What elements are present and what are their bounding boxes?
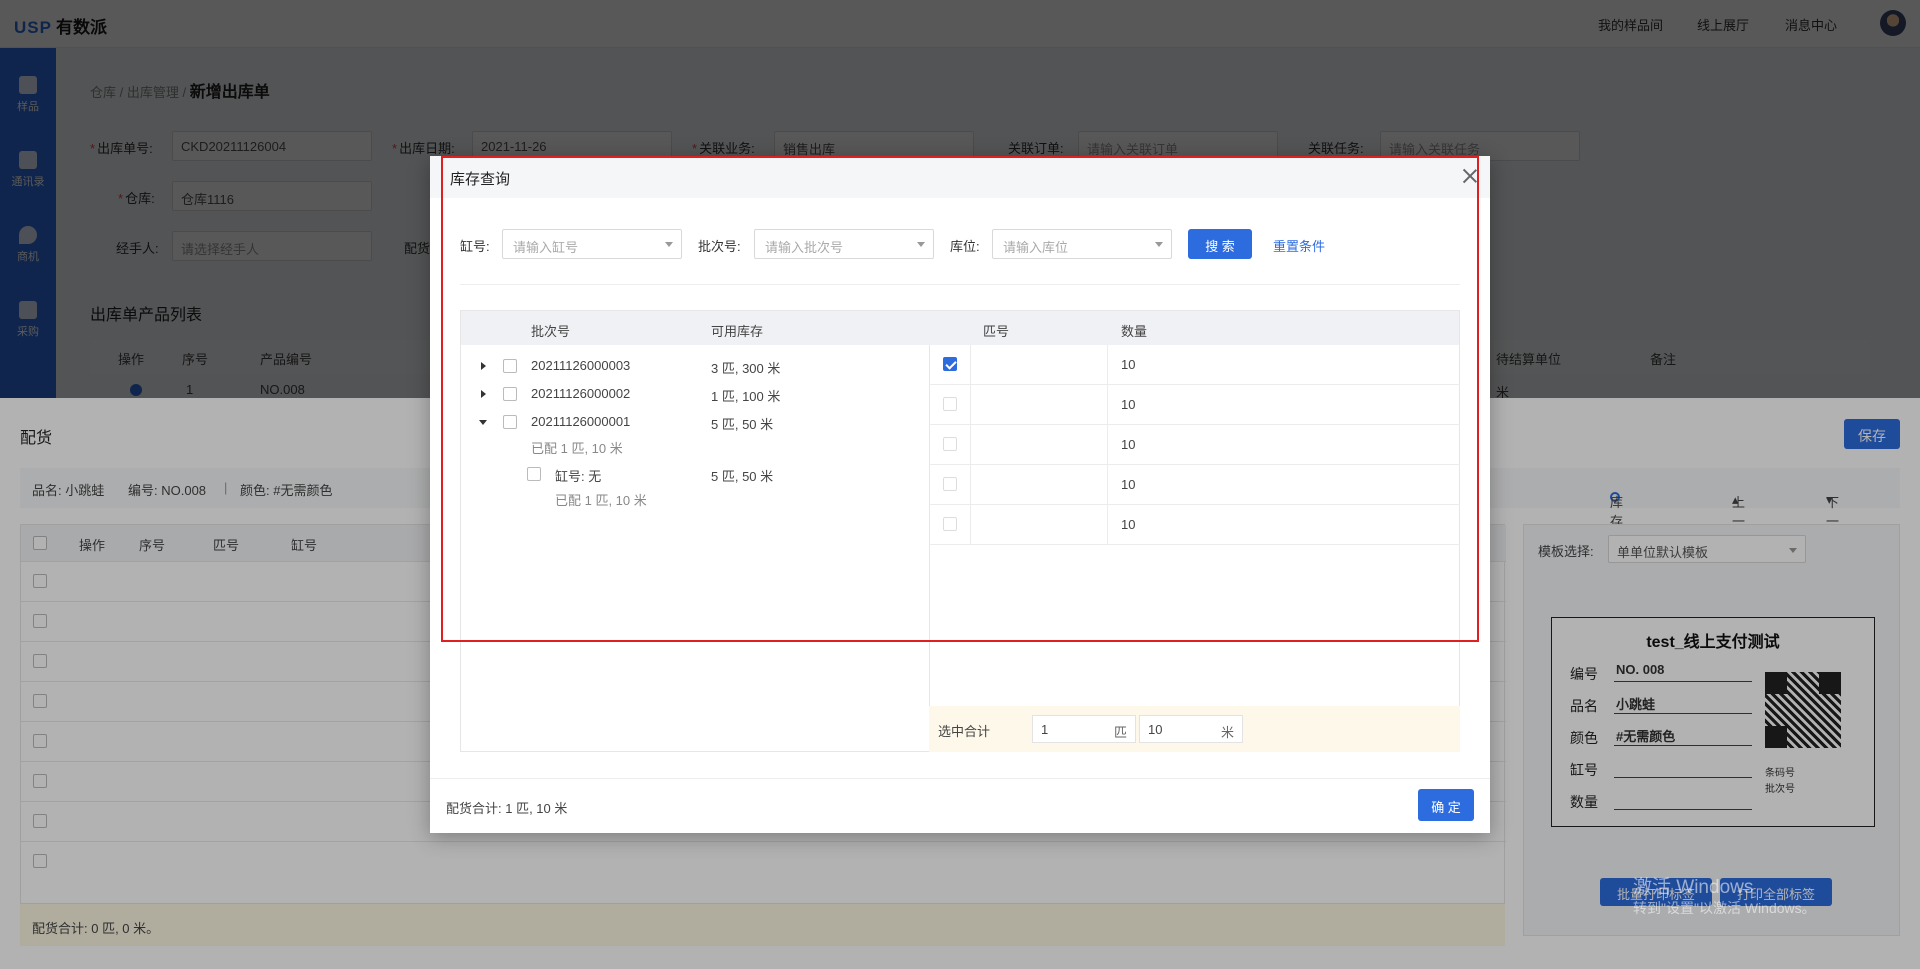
- divider: [460, 284, 1460, 285]
- expand-arrow-icon[interactable]: [481, 362, 486, 370]
- table-row: 10: [929, 345, 1460, 385]
- piece-table-header: 匹号 数量: [929, 311, 1459, 345]
- vat-checkbox[interactable]: [527, 467, 541, 481]
- modal-title: 库存查询: [450, 171, 511, 188]
- modal-footer: 配货合计: 1 匹, 10 米 确 定: [430, 778, 1490, 833]
- table-row: 10: [929, 425, 1460, 465]
- batch-input[interactable]: 请输入批次号: [754, 229, 934, 259]
- row-checkbox[interactable]: [943, 397, 957, 411]
- confirm-button[interactable]: 确 定: [1418, 789, 1474, 821]
- batch-tree-panel: 批次号 可用库存 20211126000003 3 匹, 300 米 20211…: [460, 310, 930, 752]
- piece-cell: [971, 465, 1108, 505]
- collapse-arrow-icon[interactable]: [479, 420, 487, 425]
- modal-footer-total: 配货合计: 1 匹, 10 米: [446, 801, 568, 816]
- row-checkbox[interactable]: [943, 477, 957, 491]
- qty-cell: 10: [1121, 437, 1136, 452]
- reset-filters-link[interactable]: 重置条件: [1273, 236, 1325, 255]
- selected-summary: 选中合计 1匹 10 米: [929, 706, 1460, 752]
- table-row: 10: [929, 465, 1460, 505]
- tree-node-batch: 20211126000001 5 匹, 50 米 已配 1 匹, 10 米: [461, 411, 931, 459]
- qty-cell: 10: [1121, 517, 1136, 532]
- windows-watermark-subtitle: 转到"设置"以激活 Windows。: [1633, 900, 1816, 916]
- piece-cell: [971, 505, 1108, 545]
- piece-cell: [971, 345, 1108, 385]
- batch-checkbox[interactable]: [503, 387, 517, 401]
- vat-input[interactable]: 请输入缸号: [502, 229, 682, 259]
- qty-cell: 10: [1121, 357, 1136, 372]
- stock-query-modal: 库存查询 缸号: 请输入缸号 批次号: 请输入批次号 库位: 请输入库位 搜 索…: [430, 156, 1490, 833]
- search-button[interactable]: 搜 索: [1188, 229, 1252, 259]
- selected-meters-field[interactable]: 10 米: [1139, 715, 1243, 743]
- close-icon[interactable]: [1460, 166, 1480, 186]
- piece-table: 匹号 数量 10 10 10 10 10 选中合计 1 匹 10 米: [929, 310, 1460, 752]
- batch-checkbox[interactable]: [503, 359, 517, 373]
- selected-summary-label: 选中合计: [938, 724, 991, 739]
- batch-label: 批次号:: [698, 239, 741, 254]
- selected-pieces-field[interactable]: 1匹: [1032, 715, 1136, 743]
- location-input[interactable]: 请输入库位: [992, 229, 1172, 259]
- tree-node-batch: 20211126000002 1 匹, 100 米: [461, 383, 931, 405]
- row-checkbox[interactable]: [943, 517, 957, 531]
- expand-arrow-icon[interactable]: [481, 390, 486, 398]
- qty-cell: 10: [1121, 477, 1136, 492]
- piece-cell: [971, 385, 1108, 425]
- windows-watermark-title: 激活 Windows: [1633, 877, 1754, 898]
- tree-node-batch: 20211126000003 3 匹, 300 米: [461, 355, 931, 377]
- chevron-down-icon: [665, 242, 673, 247]
- chevron-down-icon: [917, 242, 925, 247]
- vat-label: 缸号:: [460, 239, 490, 254]
- table-row: 10: [929, 385, 1460, 425]
- batch-tree-header: 批次号 可用库存: [461, 311, 929, 345]
- row-checkbox[interactable]: [943, 437, 957, 451]
- tree-node-vat: 缸号: 无 5 匹, 50 米 已配 1 匹, 10 米: [461, 463, 931, 511]
- location-label: 库位:: [950, 239, 980, 254]
- chevron-down-icon: [1155, 242, 1163, 247]
- batch-checkbox[interactable]: [503, 415, 517, 429]
- table-row: 10: [929, 505, 1460, 545]
- modal-header: 库存查询: [430, 156, 1490, 198]
- row-checkbox[interactable]: [943, 357, 957, 371]
- piece-cell: [971, 425, 1108, 465]
- qty-cell: 10: [1121, 397, 1136, 412]
